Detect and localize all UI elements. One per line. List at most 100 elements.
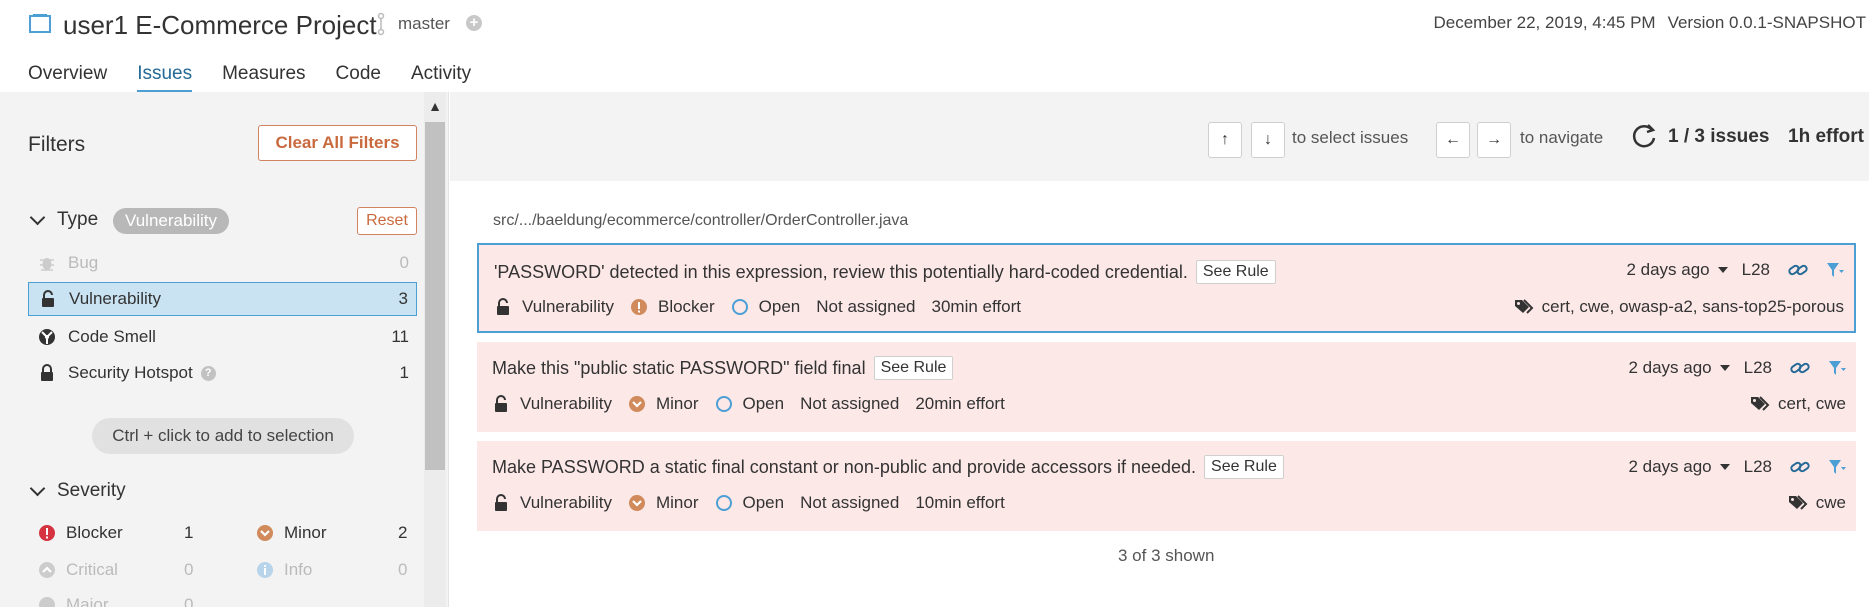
- permalink-icon[interactable]: [1790, 458, 1810, 476]
- scroll-up-icon[interactable]: ▲: [424, 98, 446, 118]
- tab-overview[interactable]: Overview: [28, 63, 107, 93]
- blocker-icon: [630, 299, 647, 315]
- issue-status[interactable]: Open: [715, 493, 784, 513]
- tags-icon: [1750, 396, 1770, 411]
- bug-icon: [40, 258, 54, 271]
- reload-icon[interactable]: [1630, 122, 1658, 150]
- issue-message-text[interactable]: Make this "public static PASSWORD" field…: [492, 358, 866, 378]
- severity-item-info[interactable]: Info 0: [256, 555, 416, 585]
- critical-icon: [39, 562, 55, 578]
- issue-assignee[interactable]: Not assigned: [800, 394, 899, 414]
- issue-type[interactable]: Vulnerability: [492, 493, 612, 513]
- caret-down-icon[interactable]: [1719, 464, 1730, 470]
- component-path[interactable]: src/.../baeldung/ecommerce/controller/Or…: [493, 212, 908, 230]
- severity-item-minor[interactable]: Minor 2: [256, 518, 416, 548]
- issue-card[interactable]: Make this "public static PASSWORD" field…: [477, 342, 1856, 432]
- status-open-icon: [731, 299, 748, 315]
- issue-tags-text: cert, cwe, owasp-a2, sans-top25-porous: [1541, 297, 1844, 316]
- sidebar-scrollbar[interactable]: ▲: [424, 92, 446, 607]
- see-rule-button[interactable]: See Rule: [1204, 455, 1284, 479]
- issue-creation-date[interactable]: 2 days ago: [1628, 457, 1711, 477]
- issue-actions: 2 days ago L28: [1628, 457, 1846, 477]
- issue-effort[interactable]: 30min effort: [932, 297, 1021, 317]
- navigate-hint: to navigate: [1520, 128, 1604, 147]
- issue-line[interactable]: L28: [1744, 358, 1772, 378]
- issue-assignee[interactable]: Not assigned: [816, 297, 915, 317]
- facet-item-label: Bug: [68, 253, 99, 272]
- issue-card[interactable]: Make PASSWORD a static final constant or…: [477, 441, 1856, 531]
- issue-actions: 2 days ago L28: [1626, 260, 1844, 280]
- tab-measures[interactable]: Measures: [222, 63, 305, 93]
- issue-effort[interactable]: 10min effort: [915, 493, 1004, 513]
- branch-name[interactable]: master: [398, 14, 450, 34]
- filter-icon[interactable]: [1826, 261, 1844, 279]
- issue-message-text[interactable]: Make PASSWORD a static final constant or…: [492, 457, 1196, 477]
- type-facet-header[interactable]: Type: [28, 209, 98, 231]
- issue-line[interactable]: L28: [1744, 457, 1772, 477]
- facet-item-label: Security Hotspot?: [68, 363, 400, 383]
- issue-card[interactable]: 'PASSWORD' detected in this expression, …: [477, 243, 1856, 333]
- version-label: Version 0.0.1-SNAPSHOT: [1667, 13, 1866, 32]
- issue-severity[interactable]: Minor: [628, 493, 699, 513]
- facet-item-label: Vulnerability: [69, 289, 161, 308]
- severity-item-blocker[interactable]: Blocker 1: [38, 518, 198, 548]
- open-lock-icon: [42, 290, 54, 307]
- facet-item-bug[interactable]: Bug 0: [28, 246, 417, 280]
- issue-effort[interactable]: 20min effort: [915, 394, 1004, 414]
- issue-counter-text: 1 / 3 issues: [1668, 126, 1770, 147]
- permalink-icon[interactable]: [1790, 359, 1810, 377]
- issue-line[interactable]: L28: [1742, 260, 1770, 280]
- key-left[interactable]: ←: [1436, 122, 1470, 158]
- project-icon: [29, 14, 51, 33]
- add-branch-icon[interactable]: +: [466, 15, 482, 31]
- issue-status[interactable]: Open: [715, 394, 784, 414]
- issue-status[interactable]: Open: [731, 297, 800, 317]
- issue-creation-date[interactable]: 2 days ago: [1628, 358, 1711, 378]
- see-rule-button[interactable]: See Rule: [873, 356, 954, 380]
- key-up[interactable]: ↑: [1208, 122, 1242, 158]
- scroll-thumb[interactable]: [425, 122, 445, 470]
- clear-all-filters-button[interactable]: Clear All Filters: [258, 125, 417, 161]
- permalink-icon[interactable]: [1788, 261, 1808, 279]
- help-icon[interactable]: ?: [200, 366, 216, 382]
- filter-icon[interactable]: [1828, 359, 1846, 377]
- issue-type[interactable]: Vulnerability: [492, 394, 612, 414]
- type-selected-badge: Vulnerability: [113, 208, 229, 234]
- project-title[interactable]: user1 E-Commerce Project: [63, 10, 377, 41]
- issue-message[interactable]: Make this "public static PASSWORD" field…: [492, 356, 954, 380]
- chevron-down-icon: [29, 209, 46, 225]
- issue-tags[interactable]: cert, cwe: [1750, 394, 1846, 414]
- minor-icon: [628, 495, 645, 511]
- issue-tags[interactable]: cert, cwe, owasp-a2, sans-top25-porous: [1514, 297, 1844, 317]
- severity-facet-label: Severity: [57, 480, 126, 501]
- issue-creation-date[interactable]: 2 days ago: [1626, 260, 1709, 280]
- key-right[interactable]: →: [1477, 122, 1511, 158]
- issue-severity[interactable]: Minor: [628, 394, 699, 414]
- caret-down-icon[interactable]: [1717, 267, 1728, 273]
- facet-item-code-smell[interactable]: Code Smell 11: [28, 320, 417, 354]
- severity-item-major[interactable]: Major 0: [38, 590, 198, 607]
- severity-item-critical[interactable]: Critical 0: [38, 555, 198, 585]
- issue-message[interactable]: Make PASSWORD a static final constant or…: [492, 455, 1284, 479]
- facet-item-vulnerability[interactable]: Vulnerability 3: [28, 282, 417, 316]
- severity-facet-header[interactable]: Severity: [28, 480, 126, 502]
- tab-activity[interactable]: Activity: [411, 63, 471, 93]
- filter-icon[interactable]: [1828, 458, 1846, 476]
- issue-message-text[interactable]: 'PASSWORD' detected in this expression, …: [494, 262, 1188, 282]
- issue-assignee[interactable]: Not assigned: [800, 493, 899, 513]
- see-rule-button[interactable]: See Rule: [1195, 260, 1276, 284]
- tags-icon: [1514, 299, 1534, 314]
- issue-type[interactable]: Vulnerability: [494, 297, 614, 317]
- type-reset-button[interactable]: Reset: [357, 207, 417, 235]
- issue-tags[interactable]: cwe: [1788, 493, 1846, 513]
- issue-type-label: Vulnerability: [522, 297, 614, 316]
- facet-item-security-hotspot[interactable]: Security Hotspot? 1: [28, 356, 417, 390]
- severity-count: 0: [184, 595, 194, 607]
- issue-severity[interactable]: Blocker: [630, 297, 715, 317]
- tab-issues[interactable]: Issues: [137, 63, 192, 93]
- severity-label: Info: [284, 560, 313, 579]
- caret-down-icon[interactable]: [1719, 365, 1730, 371]
- key-down[interactable]: ↓: [1251, 122, 1285, 158]
- tab-code[interactable]: Code: [336, 63, 381, 93]
- issue-message[interactable]: 'PASSWORD' detected in this expression, …: [494, 260, 1276, 284]
